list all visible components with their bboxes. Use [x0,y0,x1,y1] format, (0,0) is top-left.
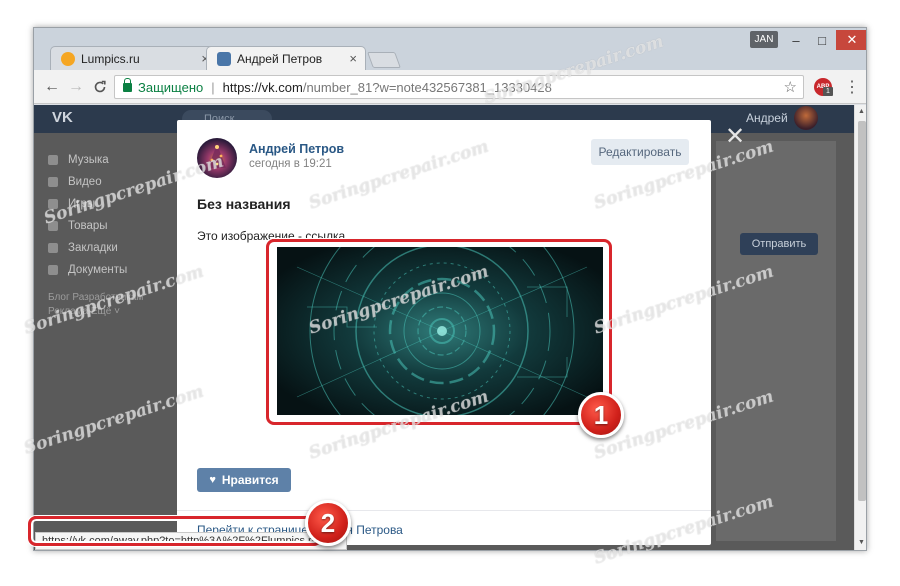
tab-title: Lumpics.ru [81,51,140,66]
send-button[interactable]: Отправить [740,233,818,255]
new-tab-button[interactable] [367,52,401,68]
avatar-tree-icon [208,144,226,168]
games-icon [48,199,58,209]
step-badge-1: 1 [578,392,624,438]
scroll-up-icon[interactable]: ▲ [858,108,865,115]
heart-icon: ♥ [209,474,216,486]
vk-left-menu: Музыка Видео Игры Товары Закладки Докуме… [48,149,168,319]
tab-close-icon[interactable]: × [349,51,357,66]
bookmarks-icon [48,243,58,253]
step-badge-2: 2 [305,500,351,546]
vk-menu-label: Товары [68,220,108,232]
reload-icon [94,80,106,93]
scroll-thumb[interactable] [858,121,866,501]
close-window-button[interactable]: ✕ [836,30,866,50]
lumpics-favicon-icon [61,51,75,66]
note-title: Без названия [197,196,291,212]
secure-label: Защищено [138,79,204,95]
tab-title: Андрей Петров [237,51,323,66]
browser-toolbar: ← → Защищено | https://vk.com /number_81… [34,70,866,104]
vk-menu-footer[interactable]: Реклама Ещё ˅ [48,305,168,319]
vk-user-name[interactable]: Андрей [746,111,788,125]
minimize-button[interactable]: – [784,30,808,50]
vk-menu-item[interactable]: Документы [48,259,168,281]
statusbar-highlight-frame [28,516,322,546]
vk-menu-item[interactable]: Товары [48,215,168,237]
vk-menu-item[interactable]: Музыка [48,149,168,171]
reload-button[interactable] [90,77,110,97]
address-separator: | [211,79,215,95]
like-button[interactable]: ♥ Нравится [197,468,291,492]
lock-icon [123,77,132,92]
page-scrollbar[interactable]: ▲ ▼ [854,105,866,550]
vk-menu-label: Музыка [68,154,109,166]
image-highlight-frame [266,239,612,425]
vk-menu-label: Закладки [68,242,118,254]
tab-vk[interactable]: Андрей Петров × [206,46,366,70]
vk-menu-item[interactable]: Видео [48,171,168,193]
tab-lumpics[interactable]: Lumpics.ru × [50,46,218,70]
music-icon [48,155,58,165]
vk-menu-label: Видео [68,176,102,188]
note-timestamp: сегодня в 19:21 [249,158,332,170]
tab-strip: Lumpics.ru × Андрей Петров × JAN – □ ✕ [34,28,866,70]
bookmark-star-icon[interactable]: ☆ [784,78,797,96]
forward-button[interactable]: → [66,77,86,97]
url-host: https://vk.com [222,79,303,95]
documents-icon [48,265,58,275]
scroll-down-icon[interactable]: ▼ [858,539,865,546]
vk-menu-item[interactable]: Игры [48,193,168,215]
like-label: Нравится [221,473,279,487]
maximize-button[interactable]: □ [810,30,834,50]
vk-logo[interactable]: VK [52,109,73,126]
vk-right-panel [716,141,836,541]
author-name-link[interactable]: Андрей Петров [249,142,344,156]
video-icon [48,177,58,187]
profile-badge[interactable]: JAN [750,31,778,48]
back-button[interactable]: ← [42,77,62,97]
vk-user-avatar[interactable] [794,106,818,130]
browser-menu-icon[interactable]: ⋮ [844,77,860,97]
modal-close-icon[interactable]: ✕ [725,122,745,151]
author-avatar[interactable] [197,138,237,178]
screenshot-stage: { "browser": { "tabs": [ {"label": "Lump… [0,0,900,586]
vk-menu-label: Игры [68,198,96,210]
vk-menu-item[interactable]: Закладки [48,237,168,259]
goods-icon [48,221,58,231]
vk-favicon-icon [217,51,231,66]
extension-count-badge: 1 [823,87,833,96]
address-bar[interactable]: Защищено | https://vk.com /number_81?w=n… [114,75,804,99]
vk-menu-label: Документы [68,264,128,276]
vk-menu-footer[interactable]: Блог Разработчикам [48,291,168,305]
edit-button[interactable]: Редактировать [591,139,689,165]
url-path: /number_81?w=note432567381_13330428 [302,79,552,95]
